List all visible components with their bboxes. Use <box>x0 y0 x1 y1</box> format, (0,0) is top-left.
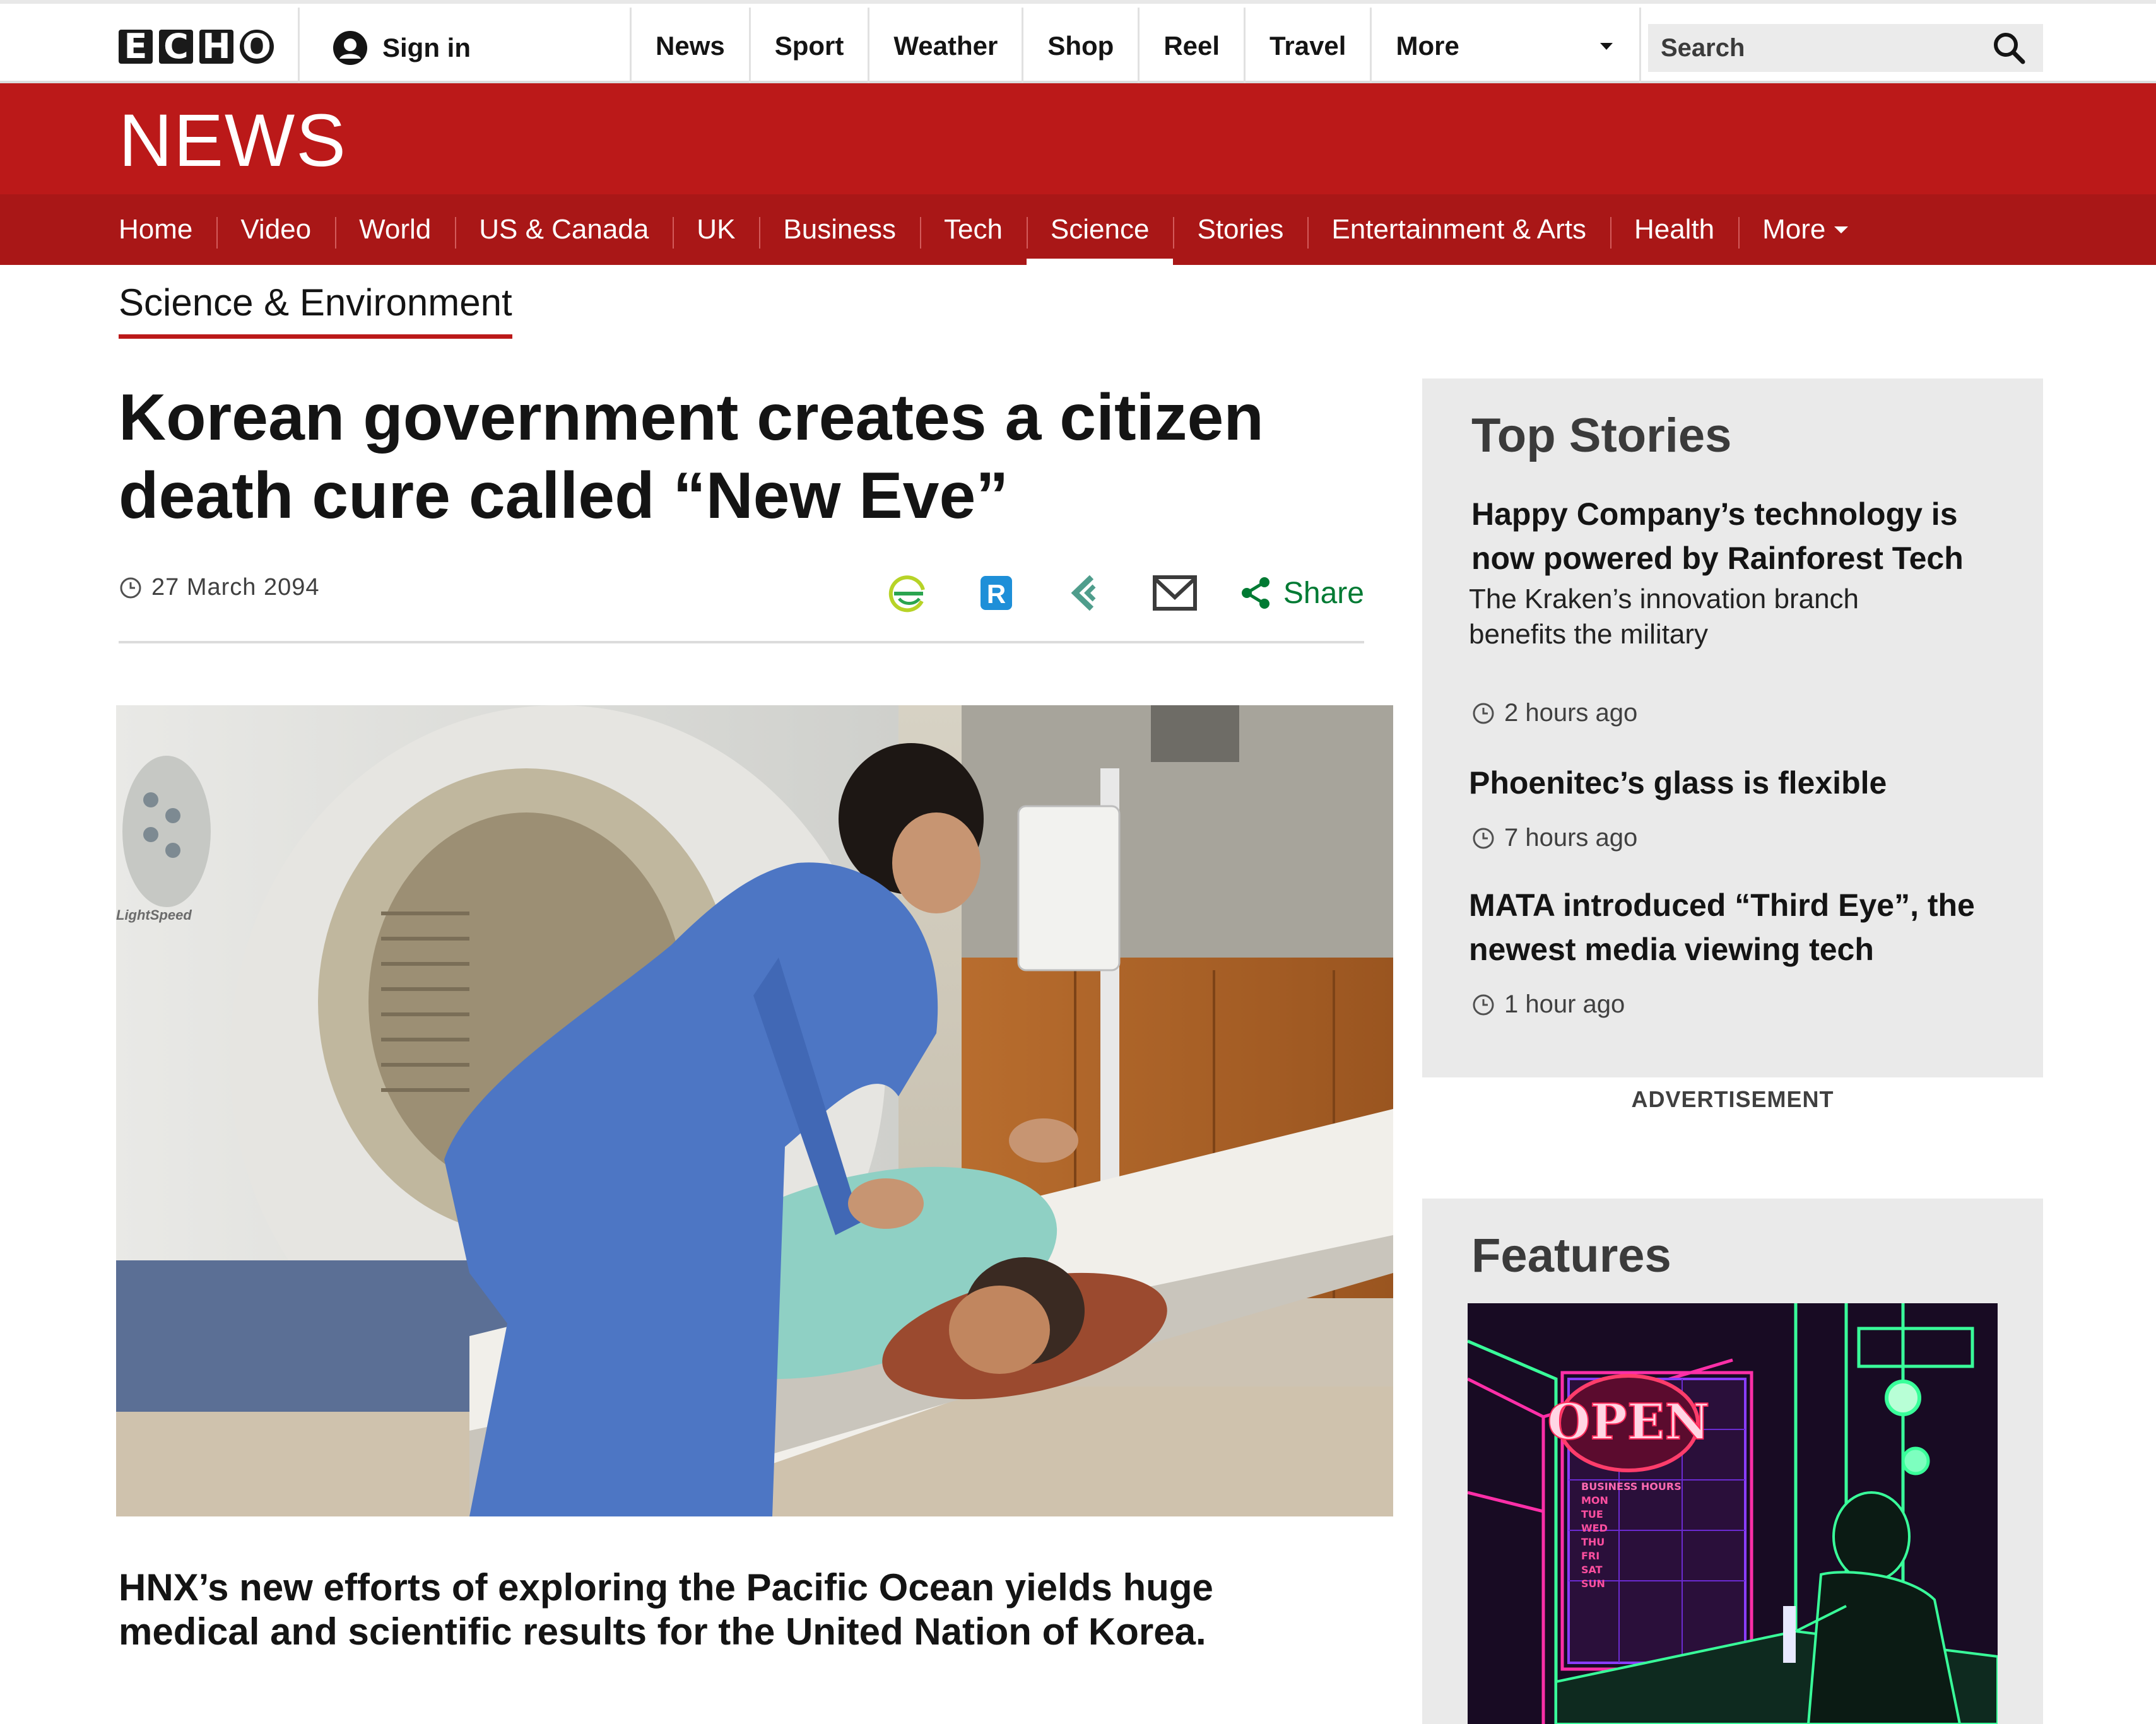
svg-text:R: R <box>987 579 1006 609</box>
feedly-icon <box>1071 575 1096 611</box>
section-nav-health[interactable]: Health <box>1610 194 1738 265</box>
search-icon[interactable] <box>1991 30 2027 66</box>
article-photo[interactable]: LightSpeed <box>116 705 1393 1516</box>
article-divider <box>119 641 1364 643</box>
features-panel: Features OPEN BUSINESS HOURS MON TUE WED… <box>1422 1199 2043 1724</box>
share-tools: R Share <box>883 568 1364 618</box>
hours-day: MON <box>1581 1494 1608 1506</box>
search-input[interactable]: Search <box>1648 24 2043 72</box>
hours-day: TUE <box>1581 1508 1603 1520</box>
top-story-link[interactable]: Happy Company’s technology is now powere… <box>1469 492 2014 652</box>
chevron-down-icon <box>1834 226 1849 233</box>
email-icon <box>1153 575 1198 611</box>
section-nav-uk[interactable]: UK <box>673 194 759 265</box>
scanner-brand-text: LightSpeed <box>116 907 192 923</box>
feature-image[interactable]: OPEN BUSINESS HOURS MON TUE WED THU FRI … <box>1468 1303 1998 1724</box>
share-label: Share <box>1283 576 1364 610</box>
top-stories-panel: Top Stories Happy Company’s technology i… <box>1422 378 2043 1077</box>
section-nav-business[interactable]: Business <box>759 194 920 265</box>
hours-day: SUN <box>1581 1578 1605 1590</box>
clock-icon <box>1473 703 1494 724</box>
nav-travel[interactable]: Travel <box>1244 8 1370 85</box>
section-nav-entertainment[interactable]: Entertainment & Arts <box>1307 194 1610 265</box>
share-button[interactable]: Share <box>1240 576 1364 611</box>
section-nav-world[interactable]: World <box>335 194 455 265</box>
section-nav-more[interactable]: More <box>1738 194 1872 265</box>
logo-letter: E <box>119 30 153 64</box>
top-story-headline: Phoenitec’s glass is flexible <box>1469 765 1887 800</box>
nav-news[interactable]: News <box>630 8 749 85</box>
section-nav-us-canada[interactable]: US & Canada <box>455 194 673 265</box>
nav-more-label: More <box>1396 31 1459 61</box>
top-story-headline: Happy Company’s technology is now powere… <box>1471 496 1964 576</box>
clock-icon <box>120 577 141 598</box>
sign-in-label: Sign in <box>382 33 471 62</box>
clock-icon <box>1473 828 1494 848</box>
article-date: 27 March 2094 <box>151 574 320 601</box>
nav-shop[interactable]: Shop <box>1022 8 1138 85</box>
share-icon <box>1241 577 1269 609</box>
feedly-share-button[interactable] <box>1062 569 1110 617</box>
logo-letter: O <box>240 30 274 64</box>
nav-sport[interactable]: Sport <box>748 8 868 85</box>
logo-letter: C <box>159 30 193 64</box>
section-nav-video[interactable]: Video <box>216 194 335 265</box>
hours-day: SAT <box>1581 1564 1603 1576</box>
divider <box>298 8 300 85</box>
section-nav-stories[interactable]: Stories <box>1173 194 1307 265</box>
clock-icon <box>1473 994 1494 1015</box>
global-header: E C H O Sign in News Sport Weather Shop … <box>0 0 2156 85</box>
top-story-link[interactable]: MATA introduced “Third Eye”, the newest … <box>1469 883 1986 971</box>
article-headline: Korean government creates a citizen deat… <box>119 381 1264 532</box>
section-nav: Home Video World US & Canada UK Business… <box>0 194 2156 265</box>
article-meta: 27 March 2094 <box>119 574 320 601</box>
hours-day: THU <box>1581 1536 1605 1548</box>
section-nav-more-label: More <box>1762 214 1826 245</box>
open-sign: OPEN <box>1547 1393 1709 1451</box>
hours-day: FRI <box>1581 1550 1599 1562</box>
story-timestamp: 7 hours ago <box>1471 824 1637 852</box>
hours-day: WED <box>1581 1522 1608 1534</box>
nav-reel[interactable]: Reel <box>1138 8 1244 85</box>
top-stories-title: Top Stories <box>1471 409 1732 462</box>
reddit-share-button[interactable]: R <box>972 569 1020 617</box>
section-nav-tech[interactable]: Tech <box>919 194 1027 265</box>
logo-letter: H <box>199 30 233 64</box>
chevron-down-icon <box>1600 42 1613 50</box>
top-story-link[interactable]: Phoenitec’s glass is flexible <box>1469 761 2012 805</box>
search-placeholder: Search <box>1661 33 1745 62</box>
advertisement-label: ADVERTISEMENT <box>1631 1086 1834 1112</box>
neon-shop-illustration: OPEN BUSINESS HOURS MON TUE WED THU FRI … <box>1468 1303 1998 1724</box>
news-title[interactable]: NEWS <box>119 103 347 178</box>
global-nav: News Sport Weather Shop Reel Travel More <box>630 8 1642 85</box>
reddit-icon: R <box>981 576 1013 610</box>
user-icon <box>333 31 367 65</box>
top-story-headline: MATA introduced “Third Eye”, the newest … <box>1469 888 1975 967</box>
top-story-summary: The Kraken’s innovation branch benefits … <box>1469 583 1859 650</box>
nav-more-button[interactable]: More <box>1370 8 1642 85</box>
story-time-text: 1 hour ago <box>1504 990 1625 1018</box>
email-share-button[interactable] <box>1151 569 1199 617</box>
section-nav-science[interactable]: Science <box>1026 194 1174 265</box>
article-caption: HNX’s new efforts of exploring the Pacif… <box>119 1566 1213 1653</box>
echo-logo[interactable]: E C H O <box>119 26 278 67</box>
features-title: Features <box>1471 1229 1671 1282</box>
sign-in-button[interactable]: Sign in <box>332 29 471 67</box>
story-time-text: 2 hours ago <box>1504 699 1638 727</box>
section-nav-home[interactable]: Home <box>95 194 216 265</box>
ct-scan-illustration: LightSpeed <box>116 705 1393 1516</box>
messenger-share-button[interactable] <box>883 569 931 617</box>
story-timestamp: 2 hours ago <box>1471 699 1637 727</box>
section-title[interactable]: Science & Environment <box>119 280 512 339</box>
story-time-text: 7 hours ago <box>1504 824 1638 852</box>
nav-weather[interactable]: Weather <box>868 8 1022 85</box>
messenger-icon <box>888 575 925 613</box>
story-timestamp: 1 hour ago <box>1471 990 1625 1019</box>
business-hours-title: BUSINESS HOURS <box>1581 1481 1682 1492</box>
